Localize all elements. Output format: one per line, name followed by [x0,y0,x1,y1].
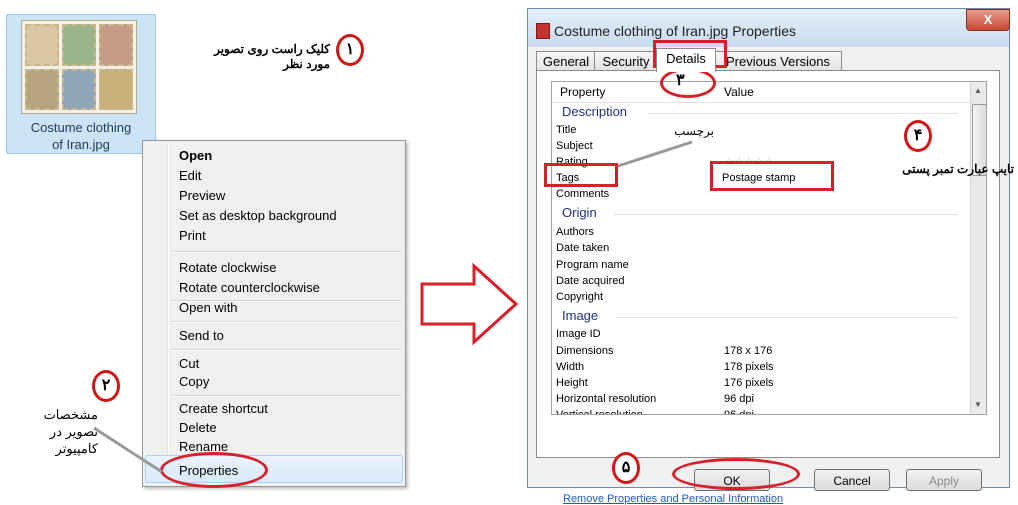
file-icon-tile[interactable]: Costume clothing of Iran.jpg [6,14,156,154]
prop-name: Vertical resolution [556,409,643,415]
file-name-line2: of Iran.jpg [52,137,110,152]
column-header-property[interactable]: Property [560,85,605,99]
image-thumbnail [21,20,137,114]
dialog-title-bar: Costume clothing of Iran.jpg Properties … [528,9,1010,47]
menu-item-set-desktop-background[interactable]: Set as desktop background [179,207,337,224]
property-list-header: Property Value [552,82,970,103]
prop-name: Subject [556,140,593,152]
file-name-line1: Costume clothing [30,120,132,135]
row-date-acquired[interactable]: Date acquired [556,273,966,289]
scroll-down-icon[interactable]: ▼ [974,400,982,409]
cancel-button[interactable]: Cancel [814,469,890,491]
prop-name: Copyright [556,291,604,303]
column-header-value[interactable]: Value [724,85,754,99]
prop-name: Date acquired [556,275,625,287]
image-file-icon [536,23,550,39]
prop-name: Image ID [556,328,601,340]
prop-name: Height [556,377,588,389]
apply-button[interactable]: Apply [906,469,982,491]
menu-item-cut[interactable]: Cut [179,355,199,372]
tag-label: برچسب [674,124,714,138]
step1-marker: ۱ [336,34,364,66]
group-divider [648,113,958,114]
menu-item-create-shortcut[interactable]: Create shortcut [179,400,268,417]
tab-details[interactable]: Details [656,48,716,72]
prop-name: Horizontal resolution [556,393,657,405]
prop-name: Comments [556,188,610,200]
tag-pointer-line [617,140,693,168]
prop-value: 176 pixels [724,377,774,389]
menu-item-print[interactable]: Print [179,227,206,244]
properties-dialog: Costume clothing of Iran.jpg Properties … [527,8,1010,505]
group-divider [614,214,958,215]
menu-item-rotate-clockwise[interactable]: Rotate clockwise [179,259,277,276]
menu-separator [171,321,401,323]
tab-previous-versions[interactable]: Previous Versions [714,51,842,71]
group-origin: Origin [562,205,597,220]
dialog-title: Costume clothing of Iran.jpg Properties [554,23,797,39]
row-date-taken[interactable]: Date taken [556,240,966,256]
row-horizontal-resolution[interactable]: Horizontal resolution 96 dpi [556,391,966,407]
right-arrow-icon [420,262,519,346]
tab-security[interactable]: Security [594,51,658,71]
menu-item-edit[interactable]: Edit [179,167,201,184]
prop-name: Width [556,361,585,373]
menu-separator [171,349,401,351]
row-dimensions[interactable]: Dimensions 178 x 176 [556,343,966,359]
context-menu: Open Edit Preview Set as desktop backgro… [142,140,406,487]
menu-item-send-to[interactable]: Send to [179,327,224,344]
step5-marker: ۵ [612,452,640,484]
scroll-up-icon[interactable]: ▲ [974,86,982,95]
menu-item-open-with[interactable]: Open with [179,299,238,316]
group-description: Description [562,104,628,119]
step2-pointer-line [93,426,163,474]
step2-text: مشخصات تصویر در کامپیوتر [18,406,98,457]
row-width[interactable]: Width 178 pixels [556,359,966,375]
remove-properties-link[interactable]: Remove Properties and Personal Informati… [563,493,783,505]
step3-marker: ۳ [676,72,685,89]
menu-item-preview[interactable]: Preview [179,187,225,204]
tab-general[interactable]: General [536,51,596,71]
close-button[interactable]: X [966,9,1010,31]
group-image: Image [562,308,599,323]
step4-text: تایپ عبارت تمبر پستی [902,162,1014,176]
prop-name: Authors [556,226,594,238]
prop-name: Program name [556,259,629,271]
step1-text: کلیک راست روی تصویر مورد نظر [180,42,330,72]
step2-marker: ۲ [92,370,120,402]
menu-separator [171,251,401,253]
properties-annotation-oval [160,452,268,488]
prop-name: Title [556,124,577,136]
prop-value: 96 dpi [724,409,754,415]
row-copyright[interactable]: Copyright [556,289,966,305]
step1-text-line2: مورد نظر [283,57,330,71]
menu-item-delete[interactable]: Delete [179,419,217,436]
file-name-label: Costume clothing of Iran.jpg [7,119,155,153]
ok-annotation-oval [672,458,800,490]
prop-name: Date taken [556,242,610,254]
row-program-name[interactable]: Program name [556,257,966,273]
step4-marker: ۴ [904,120,932,152]
prop-name: Dimensions [556,345,614,357]
group-divider [616,317,958,318]
menu-item-copy[interactable]: Copy [179,373,209,390]
row-image-id[interactable]: Image ID [556,326,966,342]
step3-oval [660,68,716,98]
property-list-scrollbar[interactable]: ▲ ▼ [970,82,986,414]
prop-value: 96 dpi [724,393,754,405]
prop-value: 178 x 176 [724,345,773,357]
tags-annotation-box [544,163,618,187]
tags-value-annotation-box [710,161,834,191]
step1-text-line1: کلیک راست روی تصویر [214,42,330,56]
menu-separator [171,395,401,397]
menu-item-rotate-counterclockwise[interactable]: Rotate counterclockwise [179,279,320,296]
row-height[interactable]: Height 176 pixels [556,375,966,391]
menu-item-open[interactable]: Open [179,147,212,164]
prop-value: 178 pixels [724,361,774,373]
row-vertical-resolution[interactable]: Vertical resolution 96 dpi [556,407,966,415]
row-authors[interactable]: Authors [556,224,966,240]
